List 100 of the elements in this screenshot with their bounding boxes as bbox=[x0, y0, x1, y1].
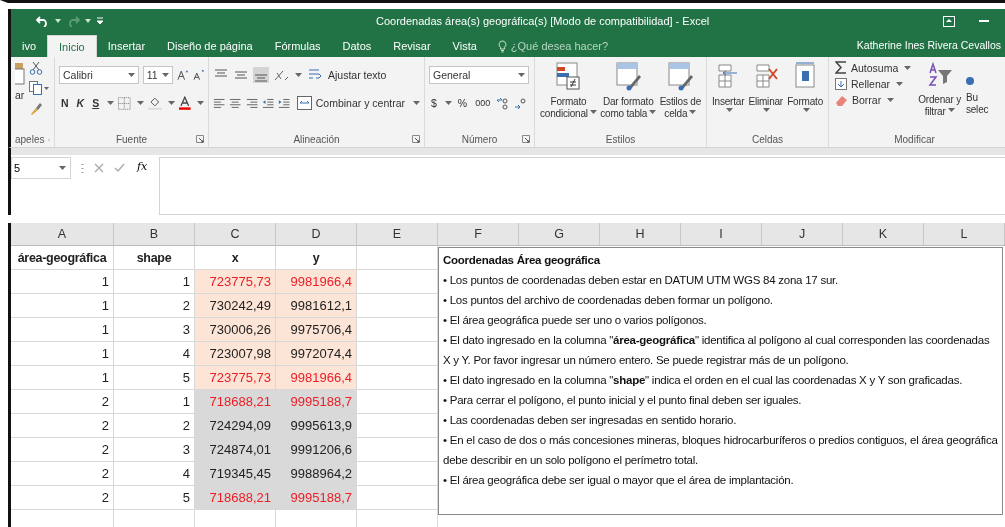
clear-button[interactable]: Borrar bbox=[833, 94, 914, 106]
caret-icon bbox=[444, 101, 452, 105]
caret-icon bbox=[649, 109, 657, 114]
ribbon-button[interactable]: Formato bbox=[786, 61, 824, 131]
autosum-button[interactable]: Autosuma bbox=[833, 61, 914, 74]
ribbon-tab[interactable]: Fórmulas bbox=[263, 35, 332, 57]
grow-font-icon[interactable] bbox=[177, 69, 189, 81]
thousands-button[interactable]: 000 bbox=[473, 98, 493, 108]
table-cell: 1 bbox=[11, 270, 114, 294]
ribbon-tab[interactable]: Revisar bbox=[382, 35, 442, 57]
lightbulb-icon bbox=[497, 39, 507, 53]
fill-button[interactable]: Rellenar bbox=[833, 78, 914, 90]
borders-icon[interactable] bbox=[118, 96, 131, 110]
fill-down-icon bbox=[835, 78, 847, 90]
table-cell: 719345,45 bbox=[195, 462, 276, 486]
column-header[interactable]: I bbox=[681, 223, 762, 245]
shrink-font-icon[interactable] bbox=[192, 69, 204, 81]
paste-label[interactable]: ar bbox=[15, 89, 25, 101]
caret-icon bbox=[589, 109, 597, 114]
column-header[interactable]: A bbox=[11, 223, 114, 245]
scissors-icon[interactable] bbox=[29, 61, 43, 75]
name-box[interactable]: 5 bbox=[11, 157, 71, 179]
ribbon-button[interactable]: Dar formato como tabla bbox=[599, 61, 658, 131]
check-icon[interactable] bbox=[114, 163, 125, 173]
column-header[interactable]: C bbox=[195, 223, 276, 245]
note-paragraph: • El dato ingresado en la columna "área-geográfica" identifica al polígono al cual corresponden las coordenadas X y Y. Por favor ingresar un número entero. Se puede registrar más de un polígono. bbox=[443, 333, 991, 368]
find-select-button[interactable]: Bu selec bbox=[965, 61, 989, 115]
ribbon-button[interactable]: Formato condicional bbox=[539, 61, 598, 131]
font-name-field[interactable]: Calibri bbox=[59, 66, 139, 84]
table-cell: 2 bbox=[11, 414, 114, 438]
table-cell: 2 bbox=[11, 462, 114, 486]
ribbon-button[interactable]: Eliminar bbox=[747, 61, 784, 131]
table-header: área-geográfica bbox=[11, 246, 114, 270]
orientation-icon[interactable] bbox=[273, 68, 289, 82]
table-cell: 1 bbox=[11, 366, 114, 390]
ribbon-button[interactable]: Estilos de celda bbox=[658, 61, 702, 131]
column-header[interactable]: H bbox=[600, 223, 681, 245]
column-header[interactable]: L bbox=[924, 223, 1005, 245]
font-size-field[interactable]: 11 bbox=[142, 66, 174, 84]
column-header[interactable]: G bbox=[519, 223, 600, 245]
underline-button[interactable]: S bbox=[90, 97, 102, 109]
horizontal-align-icon[interactable] bbox=[213, 97, 226, 109]
format-painter-icon[interactable] bbox=[29, 101, 43, 115]
ribbon-tab[interactable]: Datos bbox=[331, 35, 383, 57]
ribbon-tab[interactable]: Inicio bbox=[47, 35, 97, 57]
italic-button[interactable]: K bbox=[74, 97, 87, 109]
ribbon-display-icon[interactable] bbox=[943, 15, 955, 27]
caret-icon bbox=[136, 101, 144, 105]
user-name[interactable]: Katherine Ines Rivera Cevallos bbox=[856, 39, 1001, 51]
note-paragraph: • El área geográfica debe ser igual o mayor que el área de implantación. bbox=[443, 473, 795, 488]
horizontal-align-icon[interactable] bbox=[245, 97, 259, 109]
caret-icon bbox=[689, 109, 697, 114]
column-header[interactable]: B bbox=[114, 223, 195, 245]
table-cell: 9981966,4 bbox=[276, 270, 357, 294]
merge-cells-icon bbox=[296, 96, 312, 110]
horizontal-align-icon[interactable] bbox=[229, 97, 242, 109]
fill-color-icon[interactable] bbox=[147, 96, 163, 110]
ribbon-button[interactable]: Insertar bbox=[711, 61, 746, 131]
wrap-text-button[interactable]: Ajustar texto bbox=[306, 68, 389, 82]
column-header[interactable]: F bbox=[438, 223, 519, 245]
caret-icon bbox=[725, 108, 733, 112]
tell-me-field[interactable]: ¿Qué desea hacer? bbox=[497, 35, 611, 57]
decrease-decimal-icon[interactable] bbox=[514, 96, 529, 110]
undo-icon[interactable] bbox=[36, 15, 50, 27]
ribbon-tab[interactable]: Vista bbox=[441, 35, 488, 57]
caret-icon[interactable] bbox=[55, 19, 61, 23]
paste-icon[interactable] bbox=[15, 61, 25, 85]
note-paragraph: • Los puntos de coordenadas deben estar en DATUM UTM WGS 84 zona 17 sur. bbox=[443, 273, 839, 288]
table-cell: 1 bbox=[11, 342, 114, 366]
sort-filter-button[interactable]: Ordenar y filtrar bbox=[917, 61, 962, 117]
column-header[interactable]: K bbox=[843, 223, 924, 245]
copy-icon[interactable] bbox=[29, 81, 49, 95]
number-format-field[interactable]: General bbox=[429, 66, 529, 84]
merge-center-button[interactable]: Combinar y centrar bbox=[294, 96, 407, 110]
table-cell: 9995188,7 bbox=[276, 486, 357, 510]
increase-decimal-icon[interactable] bbox=[496, 96, 511, 110]
table-cell: 723007,98 bbox=[195, 342, 276, 366]
bold-button[interactable]: N bbox=[59, 97, 71, 109]
cancel-icon[interactable] bbox=[94, 163, 104, 173]
note-paragraph: • El dato ingresado en la columna "shape" indica el orden en el cual las coordenadas X y Y son graficadas. bbox=[443, 373, 964, 388]
table-cell: 730242,49 bbox=[195, 294, 276, 318]
column-header[interactable]: J bbox=[762, 223, 843, 245]
column-header[interactable]: D bbox=[276, 223, 357, 245]
increase-indent-icon[interactable] bbox=[278, 97, 291, 109]
decrease-indent-icon[interactable] bbox=[262, 97, 275, 109]
font-color-icon[interactable] bbox=[179, 96, 191, 110]
caret-icon bbox=[802, 108, 810, 112]
caret-icon[interactable] bbox=[85, 19, 91, 23]
column-header[interactable]: E bbox=[357, 223, 438, 245]
lens-icon bbox=[965, 77, 974, 85]
ribbon-tab[interactable]: ivo bbox=[11, 35, 48, 57]
ribbon-tab[interactable]: Insertar bbox=[96, 35, 157, 57]
currency-button[interactable]: $ bbox=[429, 97, 439, 109]
insert-function-button[interactable]: fx bbox=[135, 158, 150, 175]
cell-styles-icon bbox=[665, 61, 696, 91]
table-cell: 724874,01 bbox=[195, 438, 276, 462]
percent-button[interactable]: % bbox=[455, 97, 470, 109]
formula-field[interactable] bbox=[159, 157, 1005, 215]
ribbon-tab[interactable]: Diseño de página bbox=[156, 35, 264, 57]
customize-icon[interactable] bbox=[96, 17, 104, 25]
